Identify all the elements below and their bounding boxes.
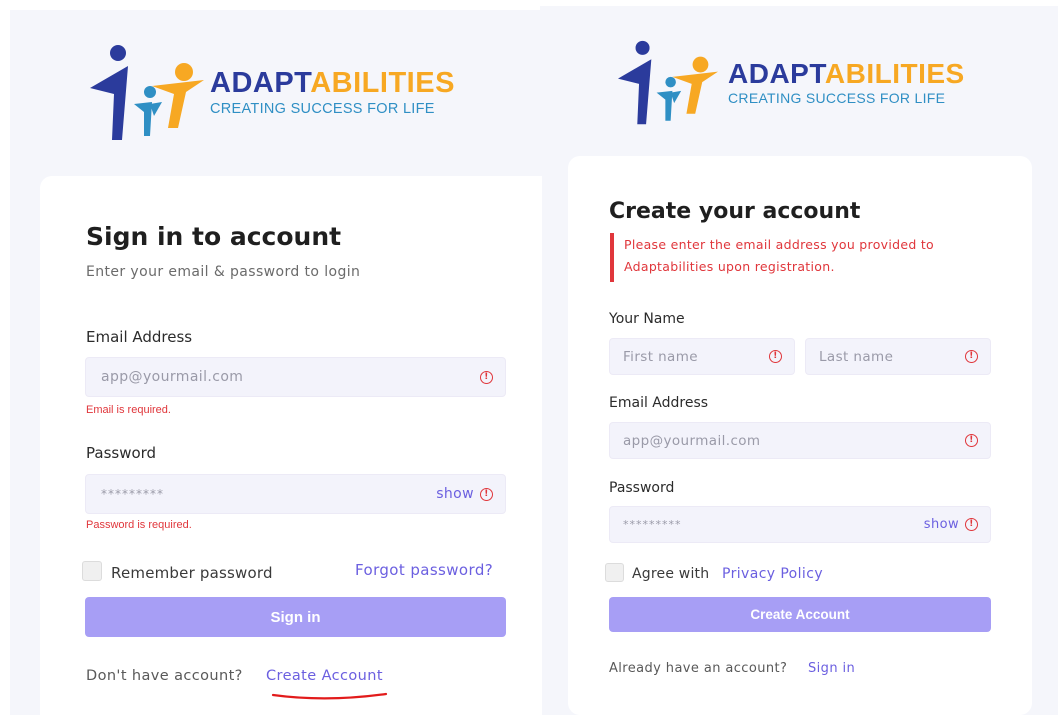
signup-title: Create your account bbox=[609, 199, 861, 224]
alert-bar bbox=[610, 233, 614, 282]
privacy-policy-link[interactable]: Privacy Policy bbox=[722, 566, 823, 582]
brand-name-part2: ABILITIES bbox=[310, 67, 455, 99]
people-logo-icon bbox=[617, 40, 719, 125]
exclamation-circle-icon: ! bbox=[965, 518, 978, 531]
show-password-toggle[interactable]: show bbox=[436, 486, 474, 502]
email-label: Email Address bbox=[609, 395, 709, 411]
brand-logo: ADAPTABILITIES CREATING SUCCESS FOR LIFE bbox=[612, 40, 965, 126]
brand-name-part1: ADAPT bbox=[210, 67, 311, 99]
password-field[interactable]: ********* show ! bbox=[609, 506, 991, 543]
create-account-button[interactable]: Create Account bbox=[609, 597, 991, 632]
first-name-placeholder: First name bbox=[623, 348, 698, 365]
password-label: Password bbox=[609, 480, 675, 496]
brand-tagline: CREATING SUCCESS FOR LIFE bbox=[210, 101, 435, 117]
email-field[interactable]: app@yourmail.com ! bbox=[609, 422, 991, 459]
underline-annotation bbox=[271, 692, 388, 700]
signin-title: Sign in to account bbox=[86, 222, 342, 251]
exclamation-circle-icon: ! bbox=[480, 370, 493, 384]
brand-name-part1: ADAPT bbox=[728, 58, 825, 89]
password-value: ********* bbox=[623, 518, 682, 531]
email-placeholder: app@yourmail.com bbox=[623, 432, 761, 449]
remember-checkbox[interactable] bbox=[82, 561, 102, 581]
people-logo-icon bbox=[90, 45, 204, 140]
agree-checkbox[interactable] bbox=[605, 563, 624, 582]
email-field[interactable]: app@yourmail.com ! bbox=[85, 357, 506, 397]
exclamation-circle-icon: ! bbox=[965, 434, 978, 447]
brand-logo: ADAPTABILITIES CREATING SUCCESS FOR LIFE bbox=[88, 44, 455, 142]
password-field[interactable]: ********* show ! bbox=[85, 474, 506, 514]
signin-button[interactable]: Sign in bbox=[85, 597, 506, 637]
registration-alert: Please enter the email address you provi… bbox=[624, 237, 935, 274]
agree-text: Agree with bbox=[632, 566, 710, 582]
forgot-password-link[interactable]: Forgot password? bbox=[355, 561, 493, 579]
exclamation-circle-icon: ! bbox=[769, 350, 782, 363]
brand-tagline: CREATING SUCCESS FOR LIFE bbox=[728, 90, 946, 106]
last-name-placeholder: Last name bbox=[819, 348, 894, 365]
name-label: Your Name bbox=[609, 311, 685, 327]
first-name-field[interactable]: First name ! bbox=[609, 338, 795, 375]
last-name-field[interactable]: Last name ! bbox=[805, 338, 991, 375]
signin-link[interactable]: Sign in bbox=[808, 661, 855, 676]
signin-subtitle: Enter your email & password to login bbox=[86, 264, 361, 280]
show-password-toggle[interactable]: show bbox=[924, 517, 959, 532]
email-placeholder: app@yourmail.com bbox=[101, 369, 244, 385]
brand-name-part2: ABILITIES bbox=[824, 58, 965, 89]
no-account-text: Don't have account? bbox=[86, 668, 243, 684]
exclamation-circle-icon: ! bbox=[965, 350, 978, 363]
password-label: Password bbox=[86, 444, 157, 462]
email-label: Email Address bbox=[86, 328, 193, 346]
email-error: Email is required. bbox=[86, 404, 171, 416]
remember-label: Remember password bbox=[111, 564, 273, 582]
password-value: ********* bbox=[101, 487, 164, 501]
have-account-text: Already have an account? bbox=[609, 661, 788, 676]
exclamation-circle-icon: ! bbox=[480, 487, 493, 501]
password-error: Password is required. bbox=[86, 519, 192, 531]
create-account-link[interactable]: Create Account bbox=[266, 668, 383, 684]
